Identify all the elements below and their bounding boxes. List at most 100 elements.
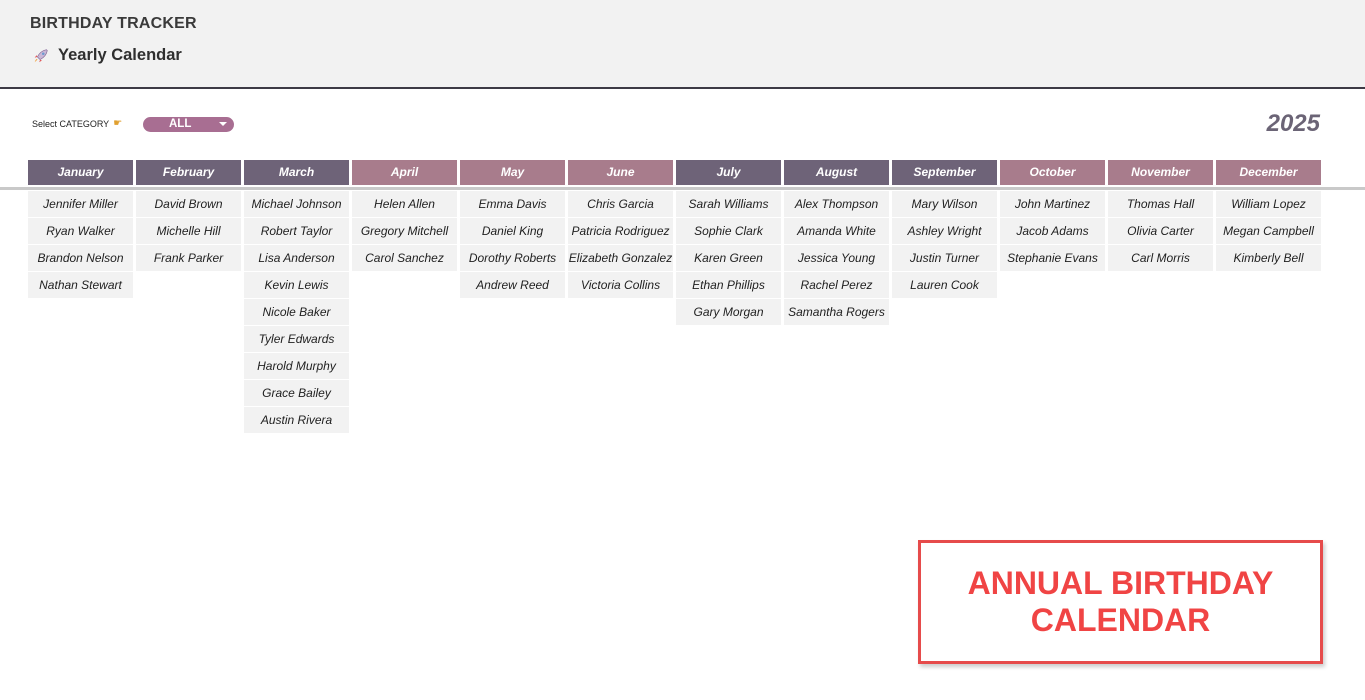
category-label-row: Select CATEGORY ☛ — [32, 118, 122, 129]
birthday-name-cell: Dorothy Roberts — [460, 245, 565, 271]
birthday-name-cell: Alex Thompson — [784, 191, 889, 217]
birthday-name-cell: Megan Campbell — [1216, 218, 1321, 244]
birthday-name-cell: Ashley Wright — [892, 218, 997, 244]
birthday-name-cell: Sarah Williams — [676, 191, 781, 217]
birthday-name-cell: Samantha Rogers — [784, 299, 889, 325]
birthday-name-cell: Olivia Carter — [1108, 218, 1213, 244]
page-title-row: Yearly Calendar — [32, 46, 182, 65]
birthday-name-cell: Austin Rivera — [244, 407, 349, 433]
birthday-name-cell: Jessica Young — [784, 245, 889, 271]
birthday-name-cell: Brandon Nelson — [28, 245, 133, 271]
category-dropdown[interactable]: ALL — [143, 117, 234, 132]
birthday-name-cell: Michelle Hill — [136, 218, 241, 244]
birthday-name-cell: Helen Allen — [352, 191, 457, 217]
month-column-august: August Alex Thompson Amanda White Jessica Y… — [784, 160, 889, 326]
birthday-name-cell: Chris Garcia — [568, 191, 673, 217]
month-column-february: February David Brown Michelle Hill Frank Pa… — [136, 160, 241, 272]
birthday-list: Thomas Hall Olivia Carter Carl Morris — [1108, 191, 1213, 271]
birthday-name-cell: Patricia Rodriguez — [568, 218, 673, 244]
birthday-name-cell: Emma Davis — [460, 191, 565, 217]
header-divider — [0, 187, 1365, 190]
birthday-list: Helen Allen Gregory Mitchell Carol Sanchez — [352, 191, 457, 271]
birthday-name-cell: Justin Turner — [892, 245, 997, 271]
year-label: 2025 — [1266, 110, 1320, 137]
birthday-name-cell: Sophie Clark — [676, 218, 781, 244]
birthday-name-cell: Jacob Adams — [1000, 218, 1105, 244]
month-column-january: January Jennifer Miller Ryan Walker Brandon… — [28, 160, 133, 299]
month-header-december: December — [1216, 160, 1321, 185]
month-header-june: June — [568, 160, 673, 185]
birthday-name-cell: Harold Murphy — [244, 353, 349, 379]
month-column-december: December William Lopez Megan Campbell Kimbe… — [1216, 160, 1321, 272]
category-selected-value: ALL — [169, 118, 192, 130]
month-header-august: August — [784, 160, 889, 185]
month-header-january: January — [28, 160, 133, 185]
birthday-list: Chris Garcia Patricia Rodriguez Elizabeth … — [568, 191, 673, 298]
month-column-april: April Helen Allen Gregory Mitchell Carol Sa… — [352, 160, 457, 272]
top-header-bar: BIRTHDAY TRACKER Yearly Calendar — [0, 0, 1365, 89]
birthday-list: Jennifer Miller Ryan Walker Brandon Nelson… — [28, 191, 133, 298]
birthday-name-cell: Daniel King — [460, 218, 565, 244]
month-column-november: November Thomas Hall Olivia Carter Carl Mor… — [1108, 160, 1213, 272]
birthday-name-cell: Kevin Lewis — [244, 272, 349, 298]
rocket-icon — [34, 48, 48, 62]
birthday-list: Michael Johnson Robert Taylor Lisa Anderso… — [244, 191, 349, 433]
birthday-name-cell: David Brown — [136, 191, 241, 217]
birthday-name-cell: Tyler Edwards — [244, 326, 349, 352]
birthday-list: Emma Davis Daniel King Dorothy Roberts Andr… — [460, 191, 565, 298]
month-column-october: October John Martinez Jacob Adams Stephanie… — [1000, 160, 1105, 272]
birthday-name-cell: Carol Sanchez — [352, 245, 457, 271]
birthday-name-cell: Lauren Cook — [892, 272, 997, 298]
chevron-down-icon — [219, 122, 227, 126]
birthday-name-cell: Amanda White — [784, 218, 889, 244]
month-header-may: May — [460, 160, 565, 185]
birthday-list: William Lopez Megan Campbell Kimberly Bell — [1216, 191, 1321, 271]
birthday-name-cell: Gregory Mitchell — [352, 218, 457, 244]
birthday-name-cell: John Martinez — [1000, 191, 1105, 217]
month-header-february: February — [136, 160, 241, 185]
category-label: Select CATEGORY — [32, 118, 110, 129]
month-column-september: September Mary Wilson Ashley Wright Justin … — [892, 160, 997, 299]
month-column-june: June Chris Garcia Patricia Rodriguez Elizab… — [568, 160, 673, 299]
month-column-march: March Michael Johnson Robert Taylor Lisa An… — [244, 160, 349, 434]
birthday-name-cell: Gary Morgan — [676, 299, 781, 325]
birthday-name-cell: William Lopez — [1216, 191, 1321, 217]
birthday-name-cell: Kimberly Bell — [1216, 245, 1321, 271]
month-header-march: March — [244, 160, 349, 185]
birthday-list: David Brown Michelle Hill Frank Parker — [136, 191, 241, 271]
birthday-list: Alex Thompson Amanda White Jessica Young Ra… — [784, 191, 889, 325]
annotation-text: ANNUAL BIRTHDAY CALENDAR — [967, 565, 1274, 638]
birthday-name-cell: Karen Green — [676, 245, 781, 271]
birthday-name-cell: Robert Taylor — [244, 218, 349, 244]
birthday-name-cell: Ryan Walker — [28, 218, 133, 244]
birthday-name-cell: Frank Parker — [136, 245, 241, 271]
month-header-september: September — [892, 160, 997, 185]
month-column-july: July Sarah Williams Sophie Clark Karen Gree… — [676, 160, 781, 326]
birthday-name-cell: Mary Wilson — [892, 191, 997, 217]
month-header-july: July — [676, 160, 781, 185]
app-title: BIRTHDAY TRACKER — [30, 15, 197, 32]
month-header-april: April — [352, 160, 457, 185]
birthday-name-cell: Thomas Hall — [1108, 191, 1213, 217]
birthday-list: Mary Wilson Ashley Wright Justin Turner Lau… — [892, 191, 997, 298]
birthday-name-cell: Stephanie Evans — [1000, 245, 1105, 271]
birthday-name-cell: Nathan Stewart — [28, 272, 133, 298]
birthday-name-cell: Andrew Reed — [460, 272, 565, 298]
birthday-name-cell: Carl Morris — [1108, 245, 1213, 271]
birthday-name-cell: Grace Bailey — [244, 380, 349, 406]
birthday-name-cell: Elizabeth Gonzalez — [568, 245, 673, 271]
month-header-november: November — [1108, 160, 1213, 185]
pointing-hand-icon: ☛ — [113, 118, 123, 129]
month-column-may: May Emma Davis Daniel King Dorothy Roberts A… — [460, 160, 565, 299]
birthday-name-cell: Rachel Perez — [784, 272, 889, 298]
birthday-name-cell: Victoria Collins — [568, 272, 673, 298]
page-title-label: Yearly Calendar — [58, 46, 182, 64]
birthday-list: John Martinez Jacob Adams Stephanie Evans — [1000, 191, 1105, 271]
birthday-name-cell: Jennifer Miller — [28, 191, 133, 217]
birthday-name-cell: Nicole Baker — [244, 299, 349, 325]
birthday-list: Sarah Williams Sophie Clark Karen Green Eth… — [676, 191, 781, 325]
birthday-name-cell: Ethan Phillips — [676, 272, 781, 298]
birthday-name-cell: Lisa Anderson — [244, 245, 349, 271]
month-header-october: October — [1000, 160, 1105, 185]
annotation-callout: ANNUAL BIRTHDAY CALENDAR — [918, 540, 1323, 664]
